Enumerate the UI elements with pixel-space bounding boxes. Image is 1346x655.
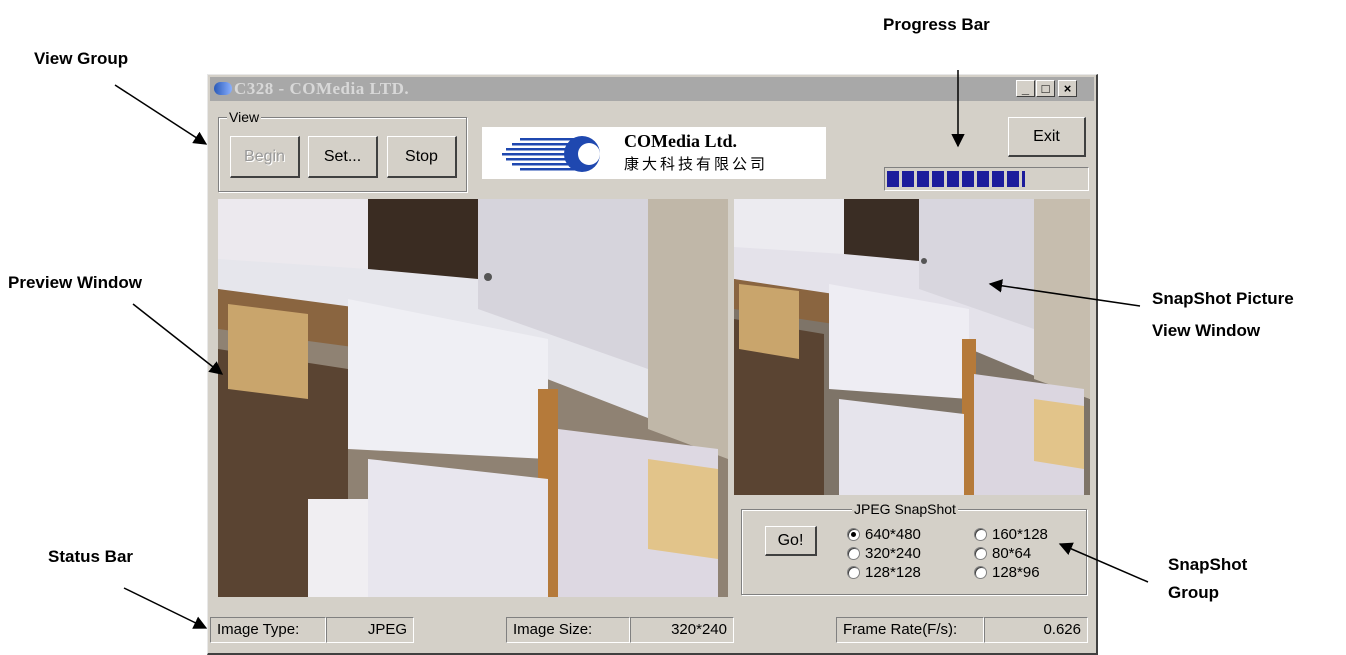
begin-button[interactable]: Begin [230,136,300,178]
radio-label: 128*128 [865,564,921,581]
window-title: C328 - COMedia LTD. [234,79,410,98]
callout-snapshot-window-line2: View Window [1152,321,1261,340]
status-frame-rate-label: Frame Rate(F/s): [836,617,984,643]
app-icon[interactable] [214,82,232,95]
preview-window [218,199,728,597]
status-image-size-label: Image Size: [506,617,630,643]
status-frame-rate-value: 0.626 [984,617,1088,643]
logo-globe-icon [502,136,600,172]
view-group: View Begin Set... Stop [218,109,467,192]
snapshot-image [734,199,1090,495]
radio-button[interactable] [847,547,860,560]
radio-640x480[interactable]: 640*480 [847,526,967,546]
callout-snapshot-group-line2: Group [1168,583,1219,602]
status-image-type-label: Image Type: [210,617,326,643]
jpeg-snapshot-group: JPEG SnapShot Go! 640*480 320*240 128*12… [741,501,1087,595]
progress-fill [887,171,1026,187]
callout-progress-bar: Progress Bar [883,15,990,34]
status-image-size-value: 320*240 [630,617,734,643]
set-button[interactable]: Set... [308,136,378,178]
callout-snapshot-window-line1: SnapShot Picture [1152,289,1294,308]
maximize-button[interactable]: □ [1036,80,1055,97]
arrow-view-group [114,84,208,145]
status-image-type-value: JPEG [326,617,414,643]
go-button[interactable]: Go! [765,526,817,556]
radio-label: 160*128 [992,526,1048,543]
logo-chinese-name: 康大科技有限公司 [624,155,769,173]
callout-snapshot-group-line1: SnapShot [1168,555,1248,574]
radio-button[interactable] [974,566,987,579]
radio-320x240[interactable]: 320*240 [847,545,967,565]
radio-80x64[interactable]: 80*64 [974,545,1084,565]
stop-button[interactable]: Stop [387,136,457,178]
arrow-status-bar [123,587,208,629]
title-bar[interactable]: C328 - COMedia LTD. _ □ × [210,77,1094,101]
radio-button[interactable] [974,528,987,541]
callout-status-bar: Status Bar [48,547,134,566]
preview-image [218,199,728,597]
radio-button-checked[interactable] [847,528,860,541]
radio-160x128[interactable]: 160*128 [974,526,1084,546]
snapshot-group-label: JPEG SnapShot [852,501,958,517]
view-group-label: View [227,109,262,125]
exit-button[interactable]: Exit [1008,117,1086,157]
radio-128x96[interactable]: 128*96 [974,564,1084,584]
close-button[interactable]: × [1058,80,1077,97]
callout-view-group: View Group [34,49,129,68]
app-window: C328 - COMedia LTD. _ □ × View Begin Set… [207,74,1098,655]
snapshot-picture-view-window [734,199,1090,495]
logo-company-name: COMedia Ltd. [624,131,738,151]
radio-button[interactable] [847,566,860,579]
minimize-button[interactable]: _ [1016,80,1035,97]
callout-preview-window: Preview Window [8,273,142,292]
progress-bar [884,167,1089,191]
radio-label: 640*480 [865,526,921,543]
company-logo: COMedia Ltd. 康大科技有限公司 [482,127,826,179]
radio-button[interactable] [974,547,987,560]
radio-label: 128*96 [992,564,1040,581]
radio-label: 320*240 [865,545,921,562]
radio-label: 80*64 [992,545,1032,562]
radio-128x128[interactable]: 128*128 [847,564,967,584]
